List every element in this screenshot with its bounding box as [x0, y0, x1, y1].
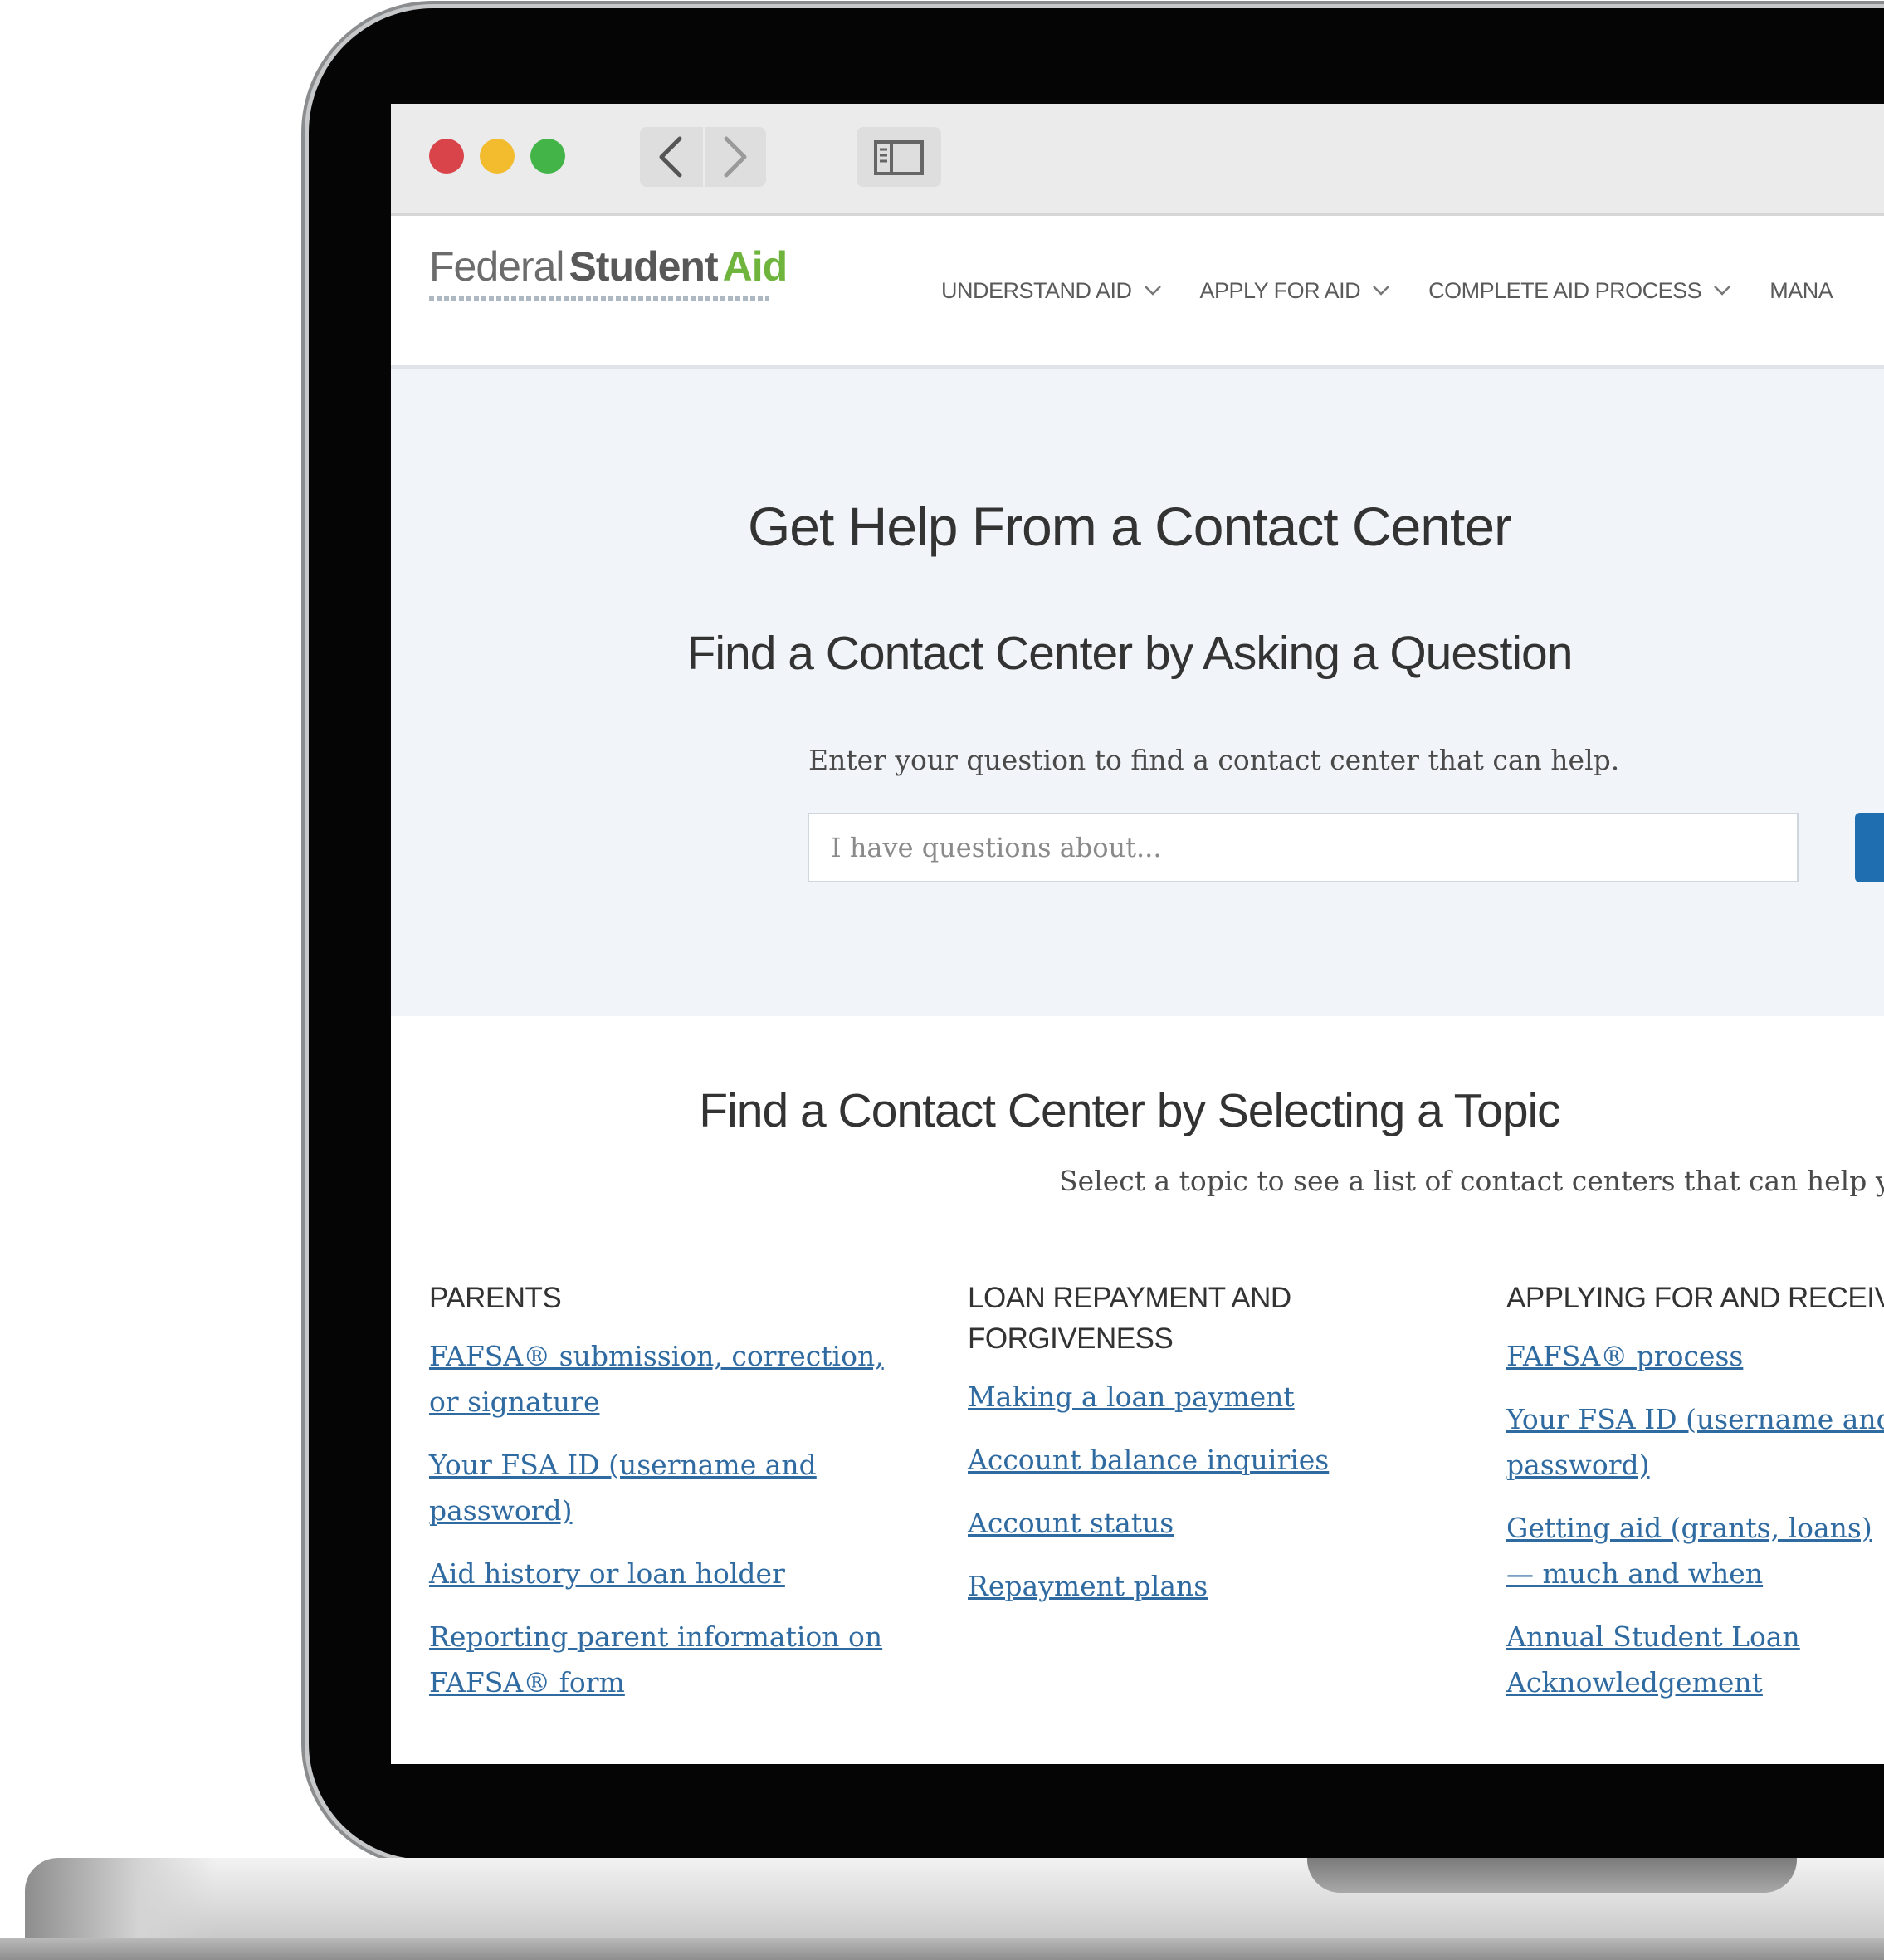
logo-tagline — [429, 296, 769, 301]
sidebar-icon — [874, 140, 924, 175]
select-topic-heading: Find a Contact Center by Selecting a Top… — [699, 1084, 1560, 1137]
sidebar-toggle-button[interactable] — [857, 127, 941, 187]
minimize-window-button[interactable] — [480, 139, 515, 174]
laptop-notch — [1307, 1858, 1797, 1893]
topic-column-applying: APPLYING FOR AND RECEIVIN FAFSA® process… — [1506, 1278, 1884, 1723]
chevron-right-icon — [724, 136, 747, 178]
topic-link[interactable]: Your FSA ID (username and password) — [1506, 1396, 1884, 1488]
topic-heading: APPLYING FOR AND RECEIVIN — [1506, 1282, 1884, 1314]
nav-complete-aid-process[interactable]: COMPLETE AID PROCESS — [1428, 278, 1731, 304]
laptop-screen: Federal Student Aid UNDERSTAND AID APPLY F… — [391, 104, 1884, 1764]
ask-question-section: Get Help From a Contact Center Find a Co… — [391, 369, 1884, 1016]
ask-question-heading: Find a Contact Center by Asking a Questi… — [686, 627, 1574, 680]
nav-label: COMPLETE AID PROCESS — [1428, 277, 1702, 303]
nav-understand-aid[interactable]: UNDERSTAND AID — [941, 278, 1162, 304]
nav-label: UNDERSTAND AID — [941, 277, 1132, 303]
site-header: Federal Student Aid UNDERSTAND AID APPLY F… — [391, 216, 1884, 369]
nav-label: APPLY FOR AID — [1199, 277, 1361, 303]
logo-aid: Aid — [722, 243, 788, 290]
nav-apply-for-aid[interactable]: APPLY FOR AID — [1200, 278, 1391, 304]
page-title: Get Help From a Contact Center — [747, 496, 1512, 557]
topic-column-parents: PARENTS FAFSA® submission, correction, o… — [429, 1278, 919, 1723]
maximize-window-button[interactable] — [530, 139, 565, 174]
topic-link[interactable]: Reporting parent information on FAFSA® f… — [429, 1614, 894, 1705]
back-button[interactable] — [640, 127, 703, 187]
question-input[interactable] — [808, 813, 1799, 882]
topic-link[interactable]: FAFSA® process — [1506, 1333, 1884, 1379]
topic-link[interactable]: Account status — [968, 1500, 1457, 1546]
logo-student: Student — [569, 243, 719, 290]
chevron-down-icon — [1714, 286, 1731, 296]
nav-label: MANA — [1769, 277, 1833, 303]
topic-link[interactable]: Aid history or loan holder — [429, 1551, 919, 1596]
topic-link[interactable]: Account balance inquiries — [968, 1437, 1457, 1483]
main-nav: UNDERSTAND AID APPLY FOR AID COMPLETE AI… — [941, 216, 1871, 365]
topic-heading: LOAN REPAYMENT AND FORGIVENESS — [968, 1282, 1291, 1355]
topic-link[interactable]: FAFSA® submission, correction, or signat… — [429, 1333, 919, 1425]
chevron-down-icon — [1373, 286, 1389, 296]
topic-link[interactable]: Getting aid (grants, loans)— much and wh… — [1506, 1505, 1884, 1596]
topic-link[interactable]: Your FSA ID (username and password) — [429, 1442, 819, 1533]
close-window-button[interactable] — [429, 139, 464, 174]
browser-toolbar — [391, 104, 1884, 216]
laptop-base-bottom — [0, 1938, 1884, 1960]
chevron-down-icon — [1144, 286, 1161, 296]
question-label: Enter your question to find a contact ce… — [808, 744, 1620, 776]
select-topic-subtitle: Select a topic to see a list of contact … — [1059, 1165, 1884, 1197]
logo-federal: Federal — [429, 243, 565, 290]
federal-student-aid-logo[interactable]: Federal Student Aid — [429, 242, 788, 301]
topic-heading: PARENTS — [429, 1282, 562, 1314]
search-button[interactable] — [1855, 813, 1884, 882]
topic-link[interactable]: Making a loan payment — [968, 1374, 1457, 1420]
topic-link[interactable]: Annual Student Loan Acknowledgement — [1506, 1614, 1855, 1705]
topic-column-loan-repayment: LOAN REPAYMENT AND FORGIVENESS Making a … — [968, 1278, 1457, 1626]
topic-link[interactable]: Repayment plans — [968, 1563, 1457, 1609]
nav-manage-loans[interactable]: MANA — [1769, 278, 1833, 304]
history-nav — [640, 127, 766, 187]
chevron-left-icon — [659, 136, 682, 178]
forward-button[interactable] — [705, 127, 768, 187]
